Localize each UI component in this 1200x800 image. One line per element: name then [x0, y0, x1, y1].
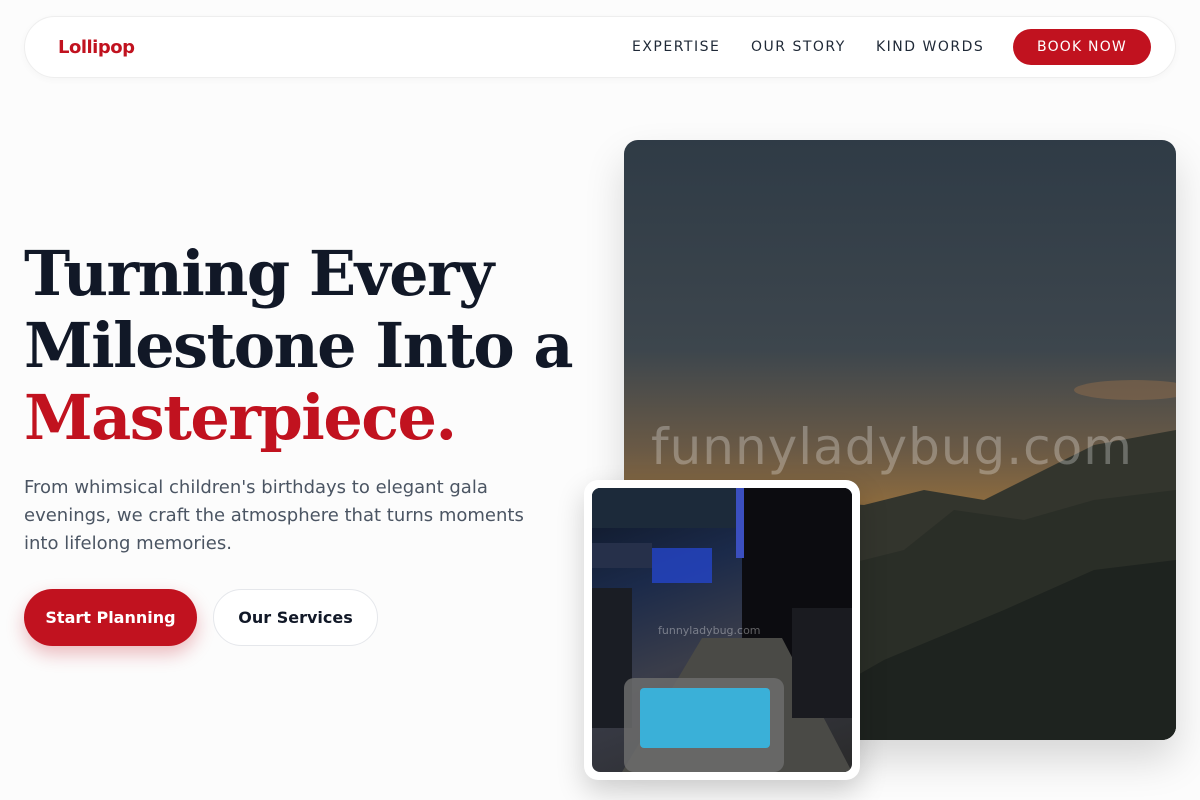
hero-title-accent: Masterpiece. — [24, 381, 457, 454]
our-services-button[interactable]: Our Services — [213, 589, 378, 646]
hero-subtitle: From whimsical children's birthdays to e… — [24, 477, 524, 554]
inset-venue-photo: funnyladybug.com — [592, 488, 852, 772]
hero-title: Turning Every Milestone Into a Masterpie… — [24, 238, 604, 454]
hero-title-line-2: Milestone Into a — [24, 309, 574, 382]
hero-title-line-1: Turning Every — [24, 237, 494, 310]
nav-link-expertise[interactable]: EXPERTISE — [632, 39, 720, 55]
nav-link-kind-words[interactable]: KIND WORDS — [876, 39, 984, 55]
inset-photo-card: funnyladybug.com — [584, 480, 860, 780]
nav-link-our-story[interactable]: OUR STORY — [751, 39, 846, 55]
image-watermark: funnyladybug.com — [651, 418, 1133, 476]
top-navigation: Lollipop EXPERTISE OUR STORY KIND WORDS … — [24, 16, 1176, 78]
inset-watermark: funnyladybug.com — [658, 624, 761, 637]
brand-logo[interactable]: Lollipop — [58, 37, 135, 58]
book-now-button[interactable]: BOOK NOW — [1013, 29, 1151, 65]
start-planning-button[interactable]: Start Planning — [24, 589, 197, 646]
